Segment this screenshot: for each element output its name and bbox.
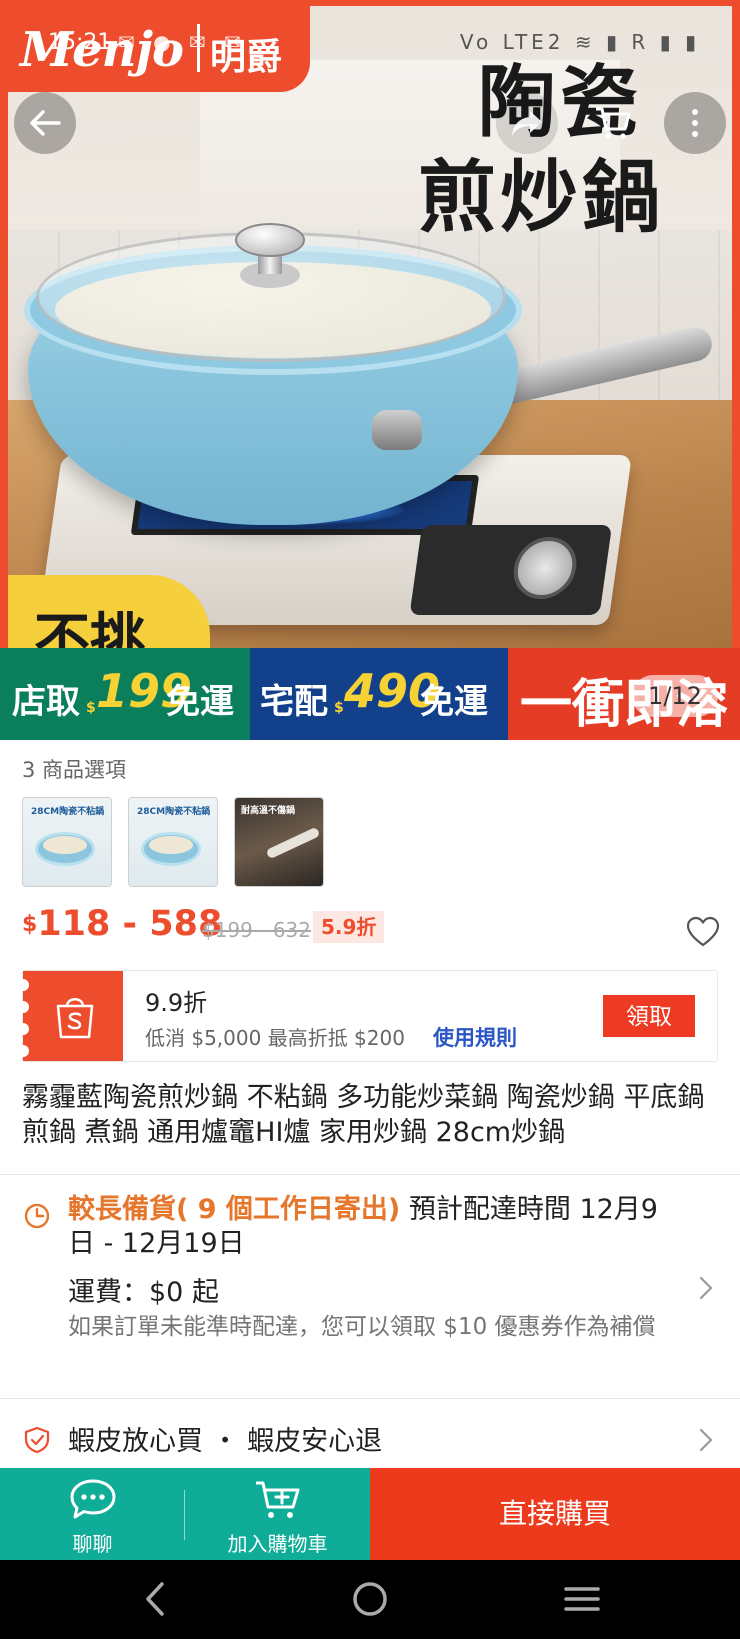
chat-button[interactable]: 聊聊 <box>0 1468 185 1560</box>
variant-thumbnail-1[interactable]: 28CM陶瓷不粘鍋 <box>22 797 112 887</box>
voucher-rules-link[interactable]: 使用規則 <box>433 1022 517 1052</box>
variant-thumbnail-caption: 耐高溫不傷鍋 <box>241 806 296 816</box>
variant-thumbnail-3[interactable]: 耐高溫不傷鍋 <box>234 797 324 887</box>
price-range-value: 118 - 588 <box>37 904 223 944</box>
promo-pickup: 店取 $ 199 免運 <box>0 648 250 740</box>
shield-check-icon <box>24 1426 50 1454</box>
arrow-left-icon <box>30 110 61 136</box>
variant-thumbnail-2[interactable]: 28CM陶瓷不粘鍋 <box>128 797 218 887</box>
status-system-icons: Vo LTE2 ≋ ▮ R ▮ ▮ <box>459 30 700 54</box>
shipping-highlight: 較長備貨( 9 個工作日寄出) <box>68 1194 401 1225</box>
promo-delivery-label: 宅配 <box>260 682 328 722</box>
section-divider <box>0 1398 740 1399</box>
chat-label: 聊聊 <box>72 1532 113 1556</box>
image-page-indicator: 1/12 <box>632 675 718 717</box>
chevron-right-icon <box>699 1276 713 1300</box>
price-range: $118 - 588 <box>22 904 222 944</box>
discount-badge: 5.9折 <box>313 911 385 943</box>
voucher-card: 9.9折 低消 $5,000 最高折抵 $200 使用規則 領取 <box>17 970 718 1062</box>
voucher-description: 低消 $5,000 最高折抵 $200 <box>145 1026 405 1050</box>
clock-icon <box>24 1203 50 1229</box>
promo-delivery-suffix: 免運 <box>420 682 488 722</box>
promo-pickup-label: 店取 <box>12 682 80 722</box>
more-vertical-icon <box>692 109 698 137</box>
voucher-notch <box>17 1023 29 1035</box>
hero-tag: 不挑 <box>0 575 210 673</box>
add-to-cart-button[interactable]: 加入購物車 <box>185 1468 370 1560</box>
hero-title-line2: 煎炒鍋 <box>418 153 665 243</box>
status-time: 15:21 <box>48 30 112 55</box>
shopee-bag-icon <box>56 998 94 1039</box>
variants-label: 3 商品選項 <box>22 758 127 782</box>
promo-strip: 店取 $ 199 免運 宅配 $ 490 免運 一衝即溶 <box>0 648 740 740</box>
pan-handle-bracket <box>372 410 422 450</box>
voucher-title: 9.9折 <box>145 989 208 1017</box>
mini-tongs-image <box>265 826 321 860</box>
original-price: $199 - 632 <box>202 918 312 942</box>
nav-back-icon[interactable] <box>140 1580 170 1618</box>
bottom-action-bar: 聊聊 加入購物車 直接購買 <box>0 1468 740 1560</box>
variant-thumbnail-caption: 28CM陶瓷不粘鍋 <box>137 807 211 817</box>
back-button[interactable] <box>14 92 76 154</box>
mini-pan-inner <box>43 836 87 854</box>
promo-delivery-currency: $ <box>334 700 344 716</box>
buy-now-button[interactable]: 直接購買 <box>370 1468 740 1560</box>
voucher-notch <box>17 1045 29 1057</box>
system-navigation-bar <box>0 1560 740 1639</box>
claim-voucher-button[interactable]: 領取 <box>603 995 695 1037</box>
cart-icon <box>596 107 631 139</box>
lid-knob <box>235 223 305 257</box>
chat-bubble-icon <box>70 1479 115 1519</box>
mini-pan-inner <box>149 836 193 854</box>
share-icon <box>512 111 542 136</box>
favorite-button[interactable] <box>686 916 720 948</box>
voucher-shop-badge <box>17 971 123 1061</box>
voucher-notch <box>17 979 29 991</box>
add-to-cart-icon <box>255 1481 299 1518</box>
voucher-notch <box>17 1001 29 1013</box>
price-currency: $ <box>22 912 38 937</box>
promo-pickup-suffix: 免運 <box>166 682 234 722</box>
section-divider <box>0 1174 740 1175</box>
product-title: 霧霾藍陶瓷煎炒鍋 不粘鍋 多功能炒菜鍋 陶瓷炒鍋 平底鍋 煎鍋 煮鍋 通用爐竈H… <box>22 1082 705 1148</box>
more-options-button[interactable] <box>664 92 726 154</box>
add-to-cart-label: 加入購物車 <box>227 1532 328 1556</box>
chevron-right-icon <box>699 1428 713 1452</box>
shipping-fee: 運費：$0 起 <box>68 1277 219 1308</box>
promo-pickup-currency: $ <box>86 700 96 716</box>
heart-icon <box>686 916 720 947</box>
promo-delivery: 宅配 $ 490 免運 <box>250 648 508 740</box>
share-button[interactable] <box>496 92 558 154</box>
stove-panel <box>409 525 613 615</box>
status-notification-icons: ✉ ● ✉ ✉ <box>118 30 247 54</box>
variant-thumbnail-caption: 28CM陶瓷不粘鍋 <box>31 807 105 817</box>
nav-recents-icon[interactable] <box>564 1580 600 1618</box>
shipping-guarantee-note: 如果訂單未能準時配達，您可以領取 $10 優惠券作為補償 <box>68 1314 656 1340</box>
nav-home-icon[interactable] <box>351 1580 389 1618</box>
shipping-estimate: 較長備貨( 9 個工作日寄出) 預計配達時間 12月9日 - 12月19日 <box>68 1193 668 1261</box>
cart-button[interactable] <box>582 92 644 154</box>
guarantee-text: 蝦皮放心買 ・ 蝦皮安心退 <box>68 1426 383 1457</box>
